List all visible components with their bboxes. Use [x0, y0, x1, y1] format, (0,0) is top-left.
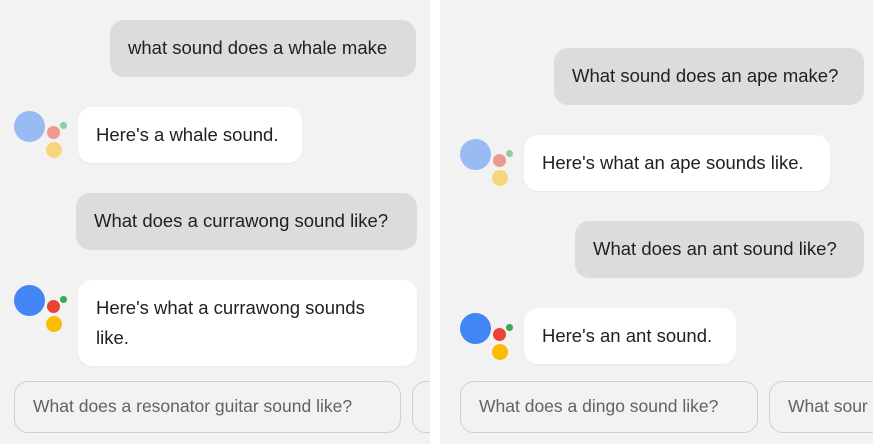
user-message-bubble: what sound does a whale make	[110, 20, 416, 77]
user-message-bubble: What does an ant sound like?	[575, 221, 864, 278]
suggestion-chip[interactable]: What does a resonator guitar sound like?	[14, 381, 401, 433]
assistant-message-bubble: Here's a whale sound.	[78, 107, 302, 163]
user-message-bubble: What does a currawong sound like?	[76, 193, 417, 250]
assistant-logo-icon	[460, 136, 520, 196]
assistant-logo-icon	[14, 282, 74, 342]
conversation-panel-left: what sound does a whale make Here's a wh…	[0, 0, 430, 444]
suggestion-chip[interactable]: What sour	[769, 381, 873, 433]
assistant-logo-icon	[14, 108, 74, 168]
assistant-message-bubble: Here's an ant sound.	[524, 308, 736, 364]
conversation-panel-right: What sound does an ape make? Here's what…	[440, 0, 873, 444]
suggestion-chip[interactable]	[412, 381, 430, 433]
assistant-message-bubble: Here's what an ape sounds like.	[524, 135, 830, 191]
assistant-logo-icon	[460, 310, 520, 370]
user-message-bubble: What sound does an ape make?	[554, 48, 864, 105]
suggestion-chip[interactable]: What does a dingo sound like?	[460, 381, 758, 433]
assistant-message-bubble: Here's what a currawong sounds like.	[78, 280, 417, 366]
